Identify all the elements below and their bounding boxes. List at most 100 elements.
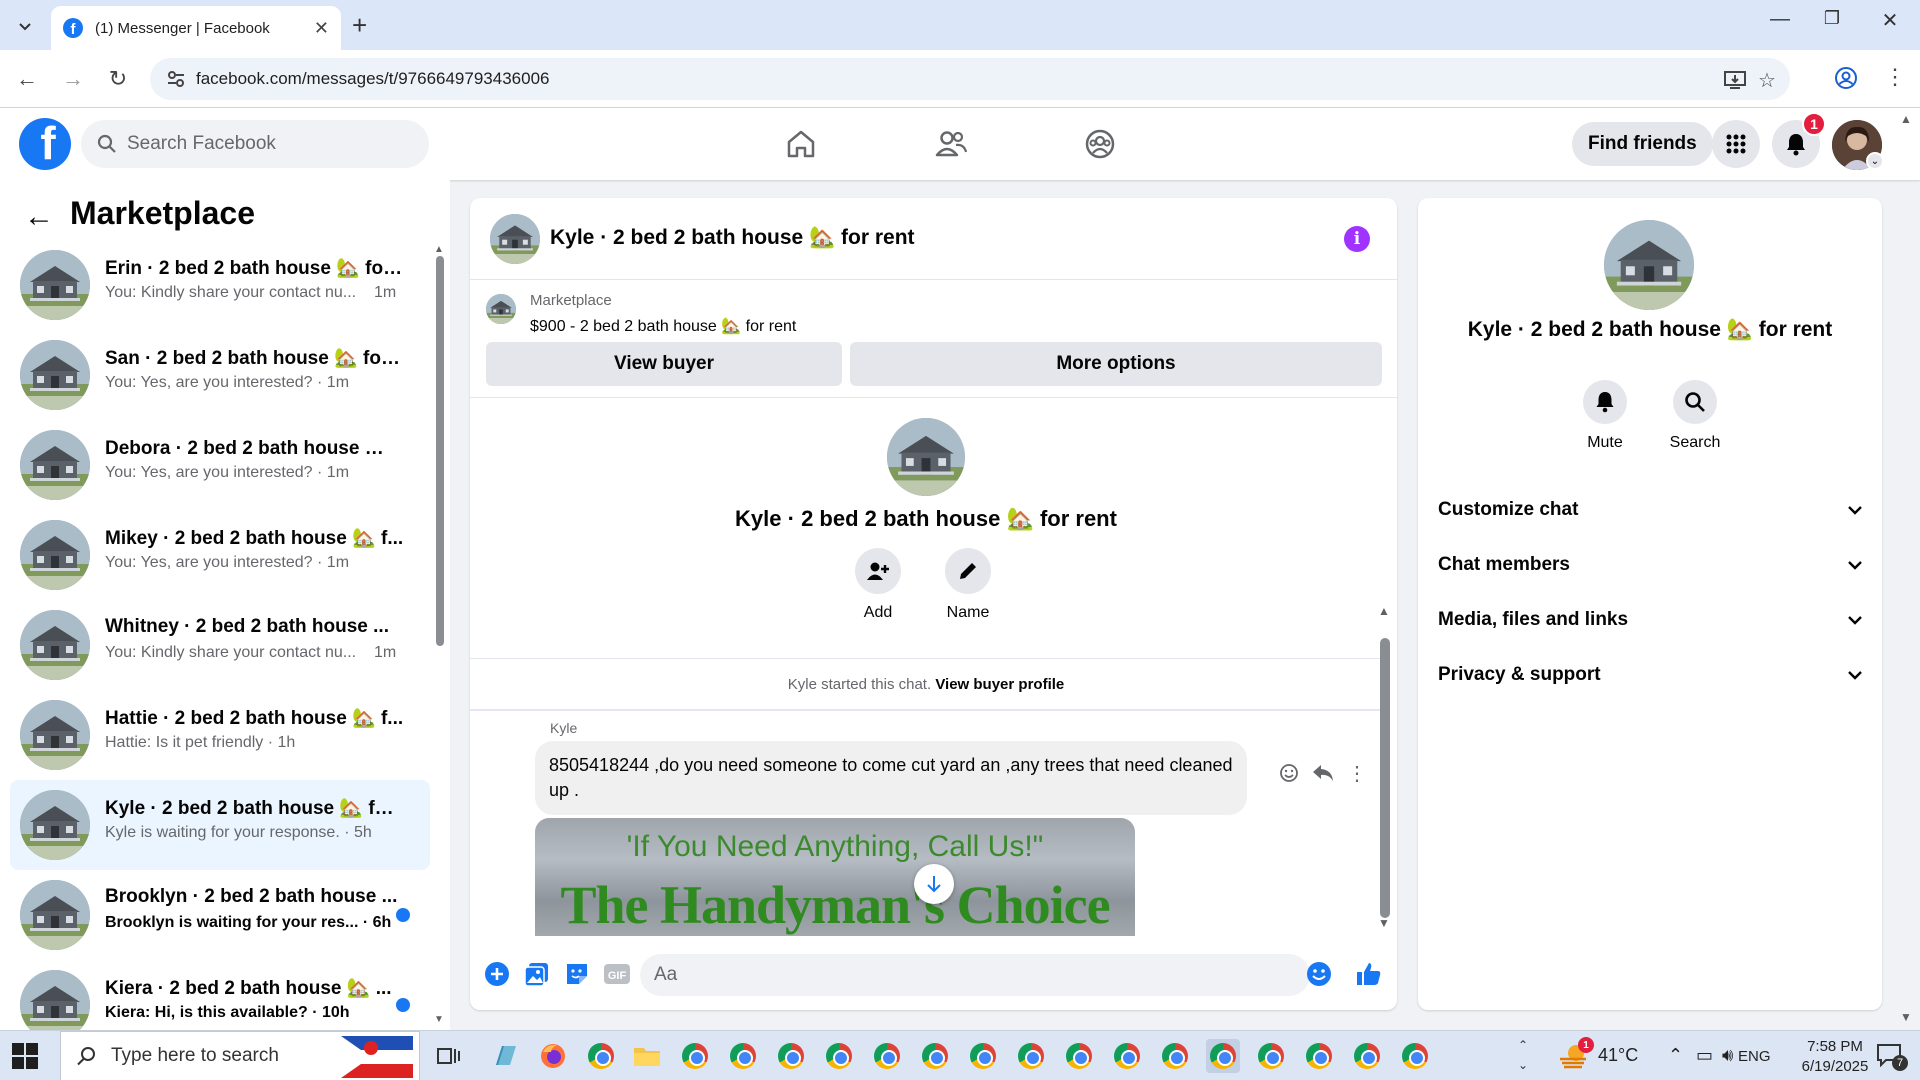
facebook-logo-icon[interactable]: f <box>19 118 71 170</box>
task-view-icon[interactable] <box>432 1039 466 1073</box>
listing-title[interactable]: $900 - 2 bed 2 bath house 🏡 for rent <box>530 316 796 336</box>
sticker-icon[interactable] <box>562 959 592 989</box>
message-input[interactable] <box>640 954 1310 996</box>
info-icon[interactable]: i <box>1344 226 1370 252</box>
reload-icon[interactable]: ↻ <box>103 66 133 92</box>
profile-icon[interactable] <box>1834 66 1858 90</box>
chat-list-item[interactable]: Erin · 2 bed 2 bath house 🏡 for ... You: … <box>10 240 430 330</box>
chrome-window-icon[interactable] <box>584 1039 618 1073</box>
file-explorer-icon[interactable] <box>630 1039 664 1073</box>
reply-icon[interactable] <box>1310 760 1336 786</box>
chat-list-item[interactable]: Brooklyn · 2 bed 2 bath house ... Brookly… <box>10 870 430 960</box>
listing-thumbnail[interactable] <box>486 294 516 324</box>
account-chevron-icon[interactable]: ⌄ <box>1866 152 1884 170</box>
message-bubble[interactable]: 8505418244 ,do you need someone to come … <box>535 741 1247 815</box>
chrome-window-icon[interactable] <box>1254 1039 1288 1073</box>
name-button[interactable]: Name <box>928 548 1008 622</box>
network-icon[interactable]: ▭ <box>1696 1045 1713 1066</box>
chrome-window-icon[interactable] <box>822 1039 856 1073</box>
chrome-window-icon[interactable] <box>1062 1039 1096 1073</box>
sidebar-scrollbar[interactable] <box>436 256 444 646</box>
groups-nav-icon[interactable] <box>1078 124 1122 164</box>
back-arrow-icon[interactable]: ← <box>24 200 54 234</box>
minimize-icon[interactable]: — <box>1760 8 1800 31</box>
notification-center-icon[interactable]: 7 <box>1876 1043 1908 1071</box>
facebook-search[interactable] <box>81 120 429 168</box>
notepad-app-icon[interactable] <box>488 1039 522 1073</box>
close-tab-icon[interactable]: ✕ <box>314 18 329 39</box>
more-options-button[interactable]: More options <box>850 342 1382 386</box>
search-input[interactable] <box>127 133 407 155</box>
scroll-to-bottom-button[interactable] <box>914 864 954 904</box>
scroll-up-icon[interactable]: ▲ <box>1378 604 1390 618</box>
page-scroll-down-icon[interactable]: ▼ <box>1900 1010 1912 1024</box>
browser-menu-icon[interactable]: ⋮ <box>1884 64 1906 90</box>
chat-list-item[interactable]: Debora · 2 bed 2 bath house 🏡 ... You: Ye… <box>10 420 430 510</box>
language-indicator[interactable]: ENG <box>1738 1048 1771 1065</box>
chrome-window-icon[interactable] <box>1206 1039 1240 1073</box>
emoji-icon[interactable] <box>1304 959 1334 989</box>
forward-icon[interactable]: → <box>58 66 88 92</box>
menu-grid-icon[interactable] <box>1712 120 1760 168</box>
back-icon[interactable]: ← <box>12 66 42 92</box>
page-scroll-up-icon[interactable]: ▲ <box>1900 112 1912 126</box>
taskbar-overflow-arrows[interactable]: ⌃ ⌄ <box>1518 1035 1528 1075</box>
photo-icon[interactable] <box>522 959 552 989</box>
chrome-window-icon[interactable] <box>966 1039 1000 1073</box>
bookmark-star-icon[interactable]: ☆ <box>1758 68 1776 93</box>
chrome-window-icon[interactable] <box>678 1039 712 1073</box>
privacy-support-section[interactable]: Privacy & support <box>1438 653 1862 697</box>
chat-list-item[interactable]: Hattie · 2 bed 2 bath house 🏡 f... Hattie… <box>10 690 430 780</box>
scroll-down-icon[interactable]: ▼ <box>1378 916 1390 930</box>
chrome-window-icon[interactable] <box>918 1039 952 1073</box>
browser-tab[interactable]: f (1) Messenger | Facebook ✕ <box>51 6 341 50</box>
new-tab-button[interactable]: + <box>352 10 367 41</box>
windows-start-icon[interactable] <box>12 1043 38 1069</box>
chrome-window-icon[interactable] <box>870 1039 904 1073</box>
home-nav-icon[interactable] <box>779 124 823 164</box>
conversation-scrollbar[interactable] <box>1380 638 1390 918</box>
site-info-icon[interactable] <box>166 69 186 89</box>
tab-search-button[interactable] <box>8 12 42 40</box>
media-files-links-section[interactable]: Media, files and links <box>1438 598 1862 642</box>
temperature[interactable]: 41°C <box>1598 1045 1638 1066</box>
restore-icon[interactable]: ❐ <box>1812 8 1852 29</box>
scroll-up-icon[interactable]: ▲ <box>434 244 444 255</box>
install-app-icon[interactable] <box>1724 70 1746 90</box>
chrome-window-icon[interactable] <box>726 1039 760 1073</box>
gif-icon[interactable]: GIF <box>602 959 632 989</box>
firefox-app-icon[interactable] <box>536 1039 570 1073</box>
add-button[interactable]: Add <box>838 548 918 622</box>
chrome-window-icon[interactable] <box>1350 1039 1384 1073</box>
react-icon[interactable] <box>1276 760 1302 786</box>
search-conversation-button[interactable]: Search <box>1650 380 1740 452</box>
clock[interactable]: 7:58 PM 6/19/2025 <box>1780 1037 1890 1077</box>
find-friends-button[interactable]: Find friends <box>1572 122 1713 166</box>
chat-list-item[interactable]: Mikey · 2 bed 2 bath house 🏡 f... You: Ye… <box>10 510 430 600</box>
view-buyer-profile-link[interactable]: View buyer profile <box>935 676 1064 693</box>
plus-circle-icon[interactable] <box>482 959 512 989</box>
mute-button[interactable]: Mute <box>1560 380 1650 452</box>
thumbs-up-icon[interactable] <box>1354 959 1384 989</box>
chat-list-item[interactable]: San · 2 bed 2 bath house 🏡 for ... You: Y… <box>10 330 430 420</box>
chat-members-section[interactable]: Chat members <box>1438 543 1862 587</box>
chrome-window-icon[interactable] <box>1398 1039 1432 1073</box>
chrome-window-icon[interactable] <box>1302 1039 1336 1073</box>
volume-icon[interactable]: 🔊︎ <box>1722 1045 1733 1066</box>
view-buyer-button[interactable]: View buyer <box>486 342 842 386</box>
conversation-title[interactable]: Kyle · 2 bed 2 bath house 🏡 for rent <box>550 226 915 250</box>
customize-chat-section[interactable]: Customize chat <box>1438 488 1862 532</box>
friends-nav-icon[interactable] <box>929 124 973 164</box>
weather-icon[interactable]: 1 <box>1558 1037 1594 1071</box>
taskbar-search[interactable]: Type here to search <box>60 1031 420 1080</box>
chrome-window-icon[interactable] <box>1110 1039 1144 1073</box>
address-bar[interactable]: facebook.com/messages/t/9766649793436006… <box>150 58 1790 100</box>
chrome-window-icon[interactable] <box>774 1039 808 1073</box>
scroll-down-icon[interactable]: ▼ <box>434 1014 444 1025</box>
close-window-icon[interactable]: ✕ <box>1870 8 1910 33</box>
chrome-window-icon[interactable] <box>1014 1039 1048 1073</box>
conversation-avatar[interactable] <box>490 214 540 264</box>
show-hidden-icons-icon[interactable]: ⌃ <box>1668 1045 1683 1066</box>
image-attachment[interactable]: 'If You Need Anything, Call Us!" The Han… <box>535 818 1135 936</box>
chrome-window-icon[interactable] <box>1158 1039 1192 1073</box>
